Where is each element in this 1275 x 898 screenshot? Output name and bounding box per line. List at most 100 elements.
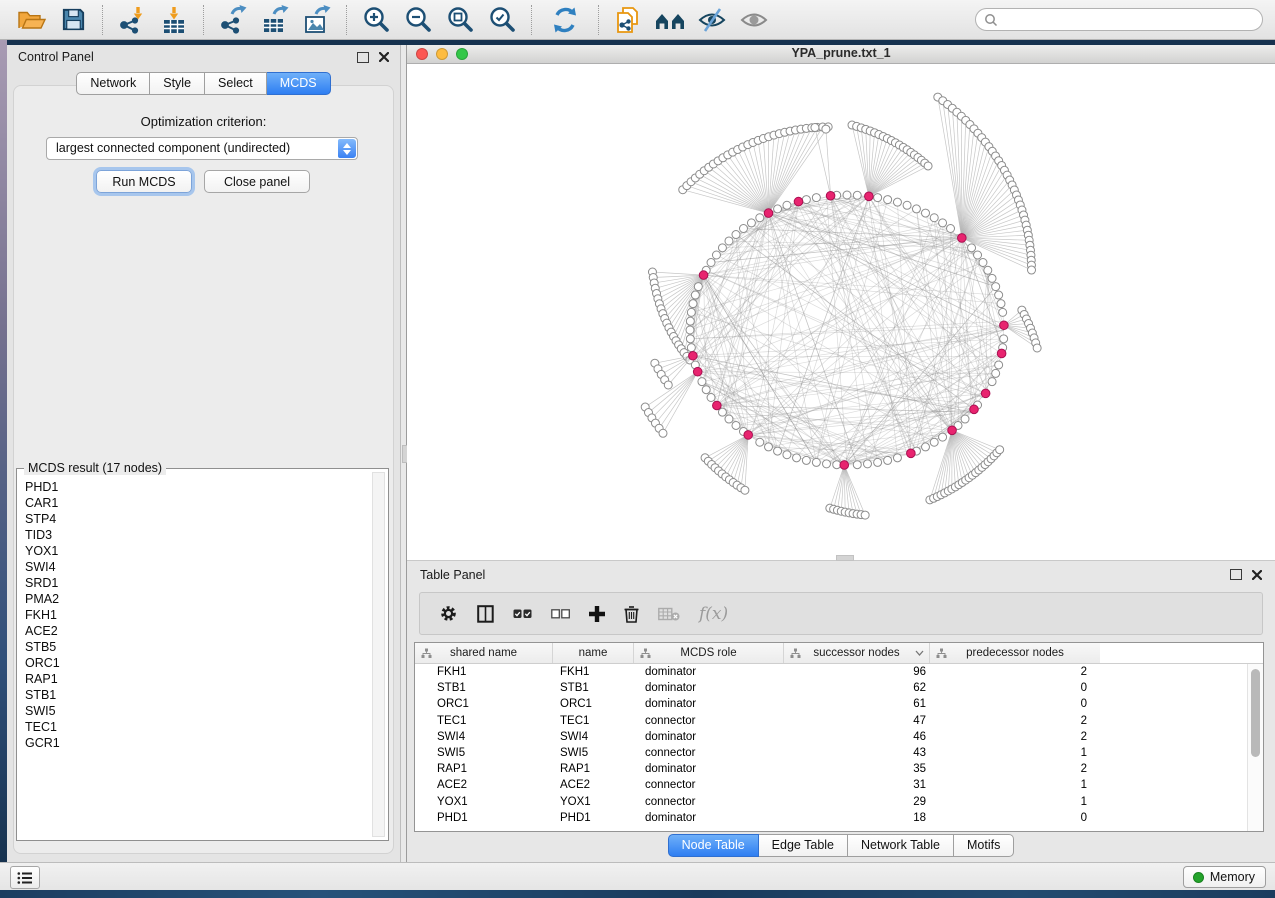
table-row[interactable]: ORC1ORC1dominator610 bbox=[415, 696, 1263, 712]
table-scrollbar-thumb[interactable] bbox=[1251, 669, 1260, 757]
column-header-successor-nodes[interactable]: successor nodes bbox=[784, 643, 930, 663]
mcds-result-item[interactable]: RAP1 bbox=[25, 671, 368, 687]
tab-network-table[interactable]: Network Table bbox=[848, 834, 954, 857]
mcds-node[interactable] bbox=[699, 271, 708, 280]
table-scrollbar[interactable] bbox=[1247, 664, 1263, 831]
network-node[interactable] bbox=[884, 456, 892, 464]
show-all-button[interactable] bbox=[733, 4, 775, 36]
network-node[interactable] bbox=[686, 335, 694, 343]
tab-edge-table[interactable]: Edge Table bbox=[759, 834, 848, 857]
network-node[interactable] bbox=[1028, 266, 1036, 274]
network-node[interactable] bbox=[659, 429, 667, 437]
network-node[interactable] bbox=[988, 378, 996, 386]
mcds-node[interactable] bbox=[764, 209, 773, 218]
network-node[interactable] bbox=[922, 443, 930, 451]
mcds-node[interactable] bbox=[840, 461, 849, 470]
network-node[interactable] bbox=[686, 317, 694, 325]
network-node[interactable] bbox=[686, 326, 694, 334]
mcds-node[interactable] bbox=[970, 405, 979, 414]
network-node[interactable] bbox=[984, 266, 992, 274]
mcds-node[interactable] bbox=[865, 192, 874, 201]
network-node[interactable] bbox=[992, 283, 1000, 291]
mcds-result-item[interactable]: TEC1 bbox=[25, 719, 368, 735]
search-box[interactable] bbox=[975, 8, 1263, 31]
network-node[interactable] bbox=[687, 344, 695, 352]
network-node[interactable] bbox=[924, 162, 932, 170]
network-node[interactable] bbox=[884, 196, 892, 204]
network-node[interactable] bbox=[811, 124, 819, 132]
tab-node-table[interactable]: Node Table bbox=[668, 834, 759, 857]
network-node[interactable] bbox=[903, 201, 911, 209]
zoom-selected-button[interactable] bbox=[481, 4, 523, 36]
mcds-list-scrollbar[interactable] bbox=[372, 472, 385, 837]
column-header-shared-name[interactable]: shared name bbox=[415, 643, 553, 663]
network-node[interactable] bbox=[802, 196, 810, 204]
zoom-in-button[interactable] bbox=[355, 4, 397, 36]
search-input[interactable] bbox=[998, 12, 1262, 28]
mcds-result-item[interactable]: ORC1 bbox=[25, 655, 368, 671]
apply-layout-button[interactable] bbox=[540, 4, 590, 36]
tab-style[interactable]: Style bbox=[150, 72, 205, 95]
network-node[interactable] bbox=[747, 219, 755, 227]
show-columns-button[interactable] bbox=[477, 605, 494, 623]
network-node[interactable] bbox=[802, 456, 810, 464]
network-node[interactable] bbox=[997, 300, 1005, 308]
network-node[interactable] bbox=[939, 433, 947, 441]
open-file-button[interactable] bbox=[10, 4, 52, 36]
mcds-node[interactable] bbox=[744, 431, 753, 440]
select-all-columns-button[interactable] bbox=[513, 609, 532, 619]
mcds-result-item[interactable]: STB1 bbox=[25, 687, 368, 703]
mcds-result-item[interactable]: FKH1 bbox=[25, 607, 368, 623]
network-node[interactable] bbox=[756, 438, 764, 446]
mcds-node[interactable] bbox=[794, 197, 803, 206]
table-row[interactable]: RAP1RAP1dominator352 bbox=[415, 761, 1263, 777]
network-node[interactable] bbox=[874, 194, 882, 202]
network-node[interactable] bbox=[774, 205, 782, 213]
network-node[interactable] bbox=[732, 231, 740, 239]
network-node[interactable] bbox=[939, 219, 947, 227]
network-node[interactable] bbox=[702, 386, 710, 394]
zoom-fit-button[interactable] bbox=[439, 4, 481, 36]
tab-motifs[interactable]: Motifs bbox=[954, 834, 1014, 857]
mcds-result-item[interactable]: TID3 bbox=[25, 527, 368, 543]
network-node[interactable] bbox=[996, 446, 1004, 454]
float-panel-icon[interactable] bbox=[1230, 569, 1242, 580]
table-row[interactable]: STB1STB1dominator620 bbox=[415, 680, 1263, 696]
network-node[interactable] bbox=[812, 458, 820, 466]
mcds-result-item[interactable]: GCR1 bbox=[25, 735, 368, 751]
network-node[interactable] bbox=[974, 251, 982, 259]
network-node[interactable] bbox=[793, 454, 801, 462]
mcds-node[interactable] bbox=[997, 349, 1006, 358]
network-node[interactable] bbox=[822, 125, 830, 133]
network-node[interactable] bbox=[968, 244, 976, 252]
close-panel-icon[interactable] bbox=[1252, 570, 1262, 580]
network-node[interactable] bbox=[707, 259, 715, 267]
mcds-node[interactable] bbox=[693, 367, 702, 376]
mcds-result-item[interactable]: STP4 bbox=[25, 511, 368, 527]
mcds-result-item[interactable]: STB5 bbox=[25, 639, 368, 655]
add-column-button[interactable] bbox=[589, 606, 605, 622]
hide-selected-button[interactable] bbox=[691, 4, 733, 36]
network-node[interactable] bbox=[999, 308, 1007, 316]
mcds-result-item[interactable]: YOX1 bbox=[25, 543, 368, 559]
network-node[interactable] bbox=[694, 283, 702, 291]
mcds-result-item[interactable]: ACE2 bbox=[25, 623, 368, 639]
network-node[interactable] bbox=[812, 194, 820, 202]
network-node[interactable] bbox=[930, 438, 938, 446]
network-node[interactable] bbox=[979, 259, 987, 267]
horizontal-splitter-grip[interactable] bbox=[836, 555, 854, 561]
network-node[interactable] bbox=[783, 201, 791, 209]
mcds-node[interactable] bbox=[948, 426, 957, 435]
first-neighbors-button[interactable] bbox=[649, 4, 691, 36]
mcds-node[interactable] bbox=[689, 351, 698, 360]
column-header-name[interactable]: name bbox=[553, 643, 634, 663]
export-image-button[interactable] bbox=[296, 4, 338, 36]
export-network-button[interactable] bbox=[212, 4, 254, 36]
mcds-result-item[interactable]: PMA2 bbox=[25, 591, 368, 607]
network-node[interactable] bbox=[741, 486, 749, 494]
network-node[interactable] bbox=[947, 225, 955, 233]
network-node[interactable] bbox=[756, 214, 764, 222]
optimization-criterion-dropdown[interactable]: largest connected component (undirected) bbox=[46, 137, 358, 160]
network-node[interactable] bbox=[712, 251, 720, 259]
network-node[interactable] bbox=[861, 511, 869, 519]
